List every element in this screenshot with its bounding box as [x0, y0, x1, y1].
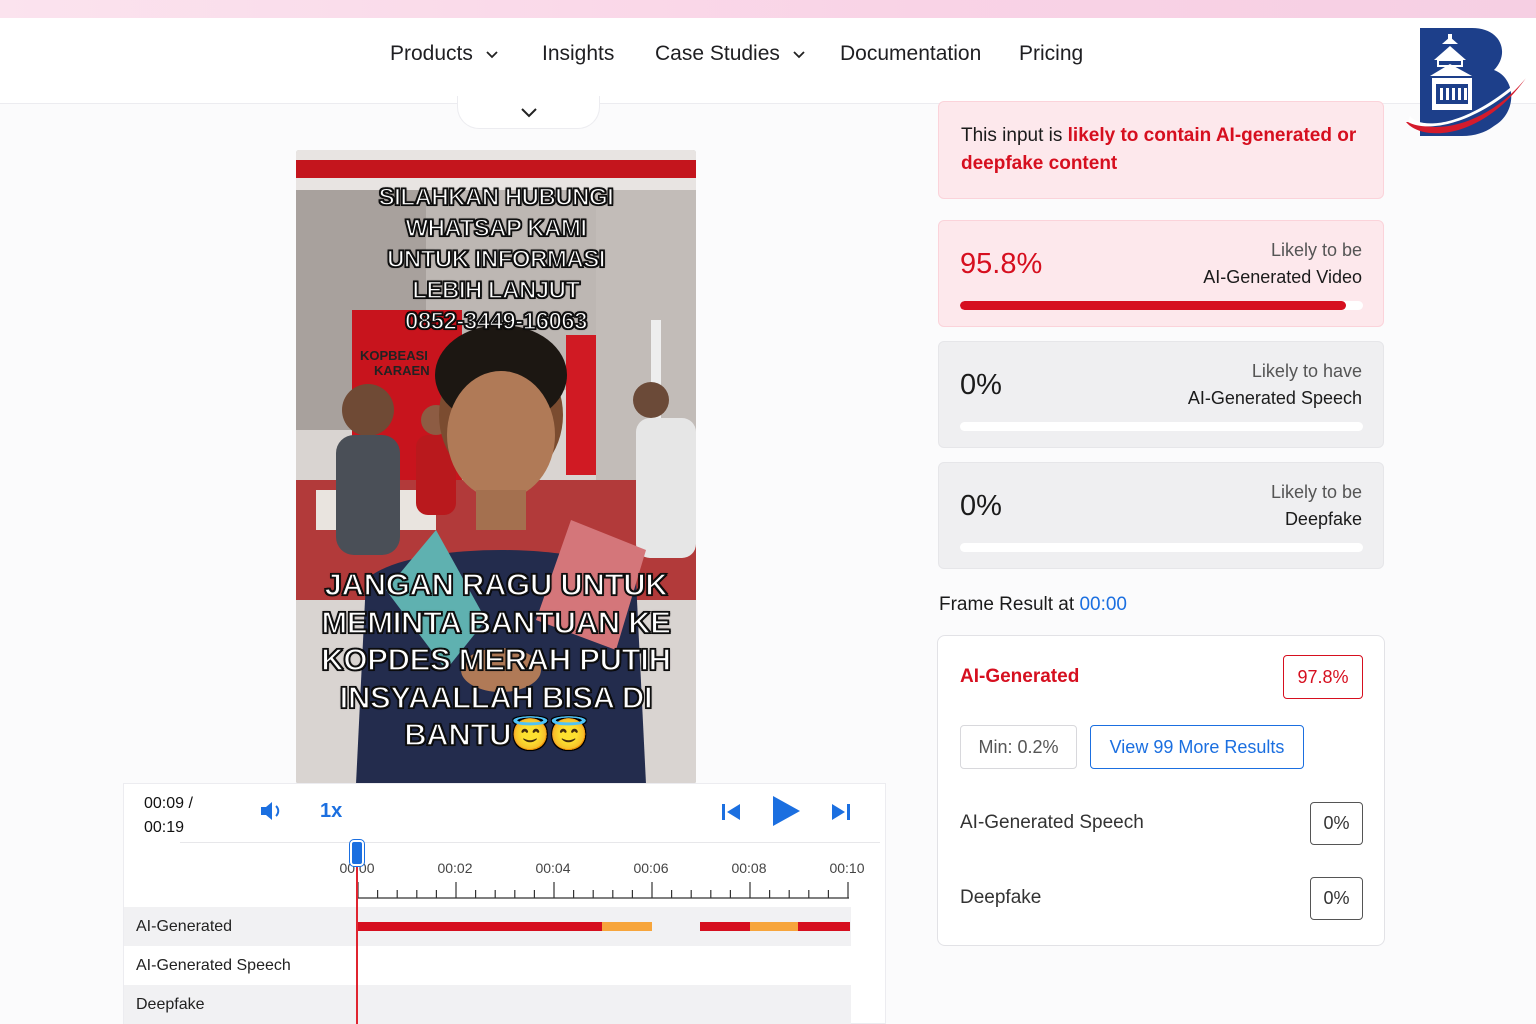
chevron-down-icon — [793, 51, 805, 59]
track-segment-high — [700, 922, 750, 931]
total-duration: 00:19 — [144, 819, 185, 836]
nav-insights[interactable]: Insights — [542, 42, 614, 66]
tick-label: 00:06 — [633, 860, 669, 876]
top-gradient-strip — [0, 0, 1536, 18]
nav-insights-label: Insights — [542, 42, 615, 65]
video-frame[interactable]: SILAHKAN HUBUNGI WHATSAP KAMI UNTUK INFO… — [296, 150, 696, 784]
skip-back-icon[interactable] — [720, 801, 742, 823]
track-segment-mid — [750, 922, 798, 931]
track-ai-generated: AI-Generated — [124, 907, 851, 946]
tick-label: 00:10 — [829, 860, 865, 876]
caption-line: 0852-3449-16063 — [404, 307, 588, 336]
nav-documentation[interactable]: Documentation — [840, 42, 981, 66]
nav-products[interactable]: Products — [390, 42, 499, 66]
track-segment-mid — [602, 922, 652, 931]
caption-line: LEBIH LANJUT — [412, 276, 581, 305]
score-card-speech: 0% Likely to have AI-Generated Speech — [938, 341, 1384, 448]
score-card-video: 95.8% Likely to be AI-Generated Video — [938, 220, 1384, 327]
timeline-ruler — [357, 882, 849, 899]
score-bar — [960, 301, 1363, 310]
track-segment-high — [798, 922, 850, 931]
navbar: Products Insights Case Studies Documenta… — [0, 18, 1536, 104]
frame-deepfake-value: 0% — [1310, 877, 1363, 920]
playhead-line — [356, 844, 358, 1024]
time-display: 00:09 / 00:19 — [144, 792, 193, 840]
caption-line: MEMINTA BANTUAN KE — [321, 604, 672, 640]
summary-prefix: This input is — [961, 125, 1068, 146]
frame-result-card: AI-Generated 97.8% Min: 0.2% View 99 Mor… — [937, 635, 1385, 946]
score-bar-fill — [960, 301, 1347, 310]
nav-documentation-label: Documentation — [840, 42, 982, 65]
tick-label: 00:02 — [437, 860, 473, 876]
current-time: 00:09 / — [144, 795, 193, 812]
skip-forward-icon[interactable] — [830, 801, 852, 823]
video-sign-text: KOPBEASI KARAEN — [360, 348, 430, 378]
caption-line: KOPDES MERAH PUTIH — [321, 641, 672, 677]
play-icon[interactable] — [770, 794, 802, 828]
track-segment-high — [357, 922, 602, 931]
score-label-line1: Likely to be — [1270, 482, 1362, 502]
track-ai-speech: AI-Generated Speech — [124, 946, 851, 985]
video-bottom-caption: JANGAN RAGU UNTUK MEMINTA BANTUAN KE KOP… — [296, 566, 696, 754]
nav-pricing-label: Pricing — [1019, 42, 1084, 65]
tick-label: 00:08 — [731, 860, 767, 876]
frame-deepfake-label: Deepfake — [960, 887, 1042, 908]
frame-timestamp[interactable]: 00:00 — [1079, 594, 1127, 615]
track-deepfake: Deepfake — [124, 985, 851, 1024]
nav-case-studies[interactable]: Case Studies — [655, 42, 806, 66]
frame-result-title: Frame Result at 00:00 — [939, 594, 1127, 616]
caption-line: UNTUK INFORMASI — [386, 245, 606, 274]
score-label-line2: AI-Generated Speech — [1187, 388, 1362, 408]
score-label: Likely to be Deepfake — [1271, 479, 1362, 533]
caption-line: BANTU😇😇 — [403, 716, 588, 752]
frame-speech-value: 0% — [1310, 802, 1363, 845]
caption-line: JANGAN RAGU UNTUK — [324, 566, 669, 602]
score-percent: 0% — [960, 369, 1002, 401]
score-bar — [960, 543, 1363, 552]
caption-line: INSYAALLAH BISA DI — [339, 679, 653, 715]
score-card-deepfake: 0% Likely to be Deepfake — [938, 462, 1384, 569]
frame-min-value: Min: 0.2% — [960, 725, 1077, 769]
frame-title-text: Frame Result at — [939, 594, 1080, 615]
chevron-down-icon — [486, 51, 498, 59]
score-label-line2: AI-Generated Video — [1203, 267, 1362, 287]
nav-case-studies-label: Case Studies — [655, 42, 780, 65]
score-label-line1: Likely to have — [1251, 361, 1362, 381]
tick-label: 00:04 — [535, 860, 571, 876]
detection-summary: This input is likely to contain AI-gener… — [938, 101, 1384, 199]
caption-line: WHATSAP KAMI — [405, 214, 588, 243]
score-label-line2: Deepfake — [1284, 509, 1362, 529]
frame-ai-label: AI-Generated — [960, 666, 1080, 687]
nav-products-label: Products — [390, 42, 473, 65]
frame-ai-value: 97.8% — [1283, 655, 1363, 699]
track-label: Deepfake — [136, 996, 205, 1013]
track-label: AI-Generated Speech — [136, 957, 291, 974]
video-top-caption: SILAHKAN HUBUNGI WHATSAP KAMI UNTUK INFO… — [296, 182, 696, 337]
nav-pricing[interactable]: Pricing — [1019, 42, 1083, 66]
score-bar — [960, 422, 1363, 431]
divider — [180, 842, 880, 843]
sign-line: KARAEN — [374, 363, 430, 378]
score-label: Likely to be AI-Generated Video — [1203, 237, 1362, 291]
score-percent: 0% — [960, 490, 1002, 522]
playhead-handle[interactable] — [350, 840, 364, 866]
caption-line: SILAHKAN HUBUNGI — [378, 183, 615, 212]
video-player-controls: 00:09 / 00:19 1x 00:00 00:02 00:04 00:06… — [123, 783, 886, 1024]
score-percent: 95.8% — [960, 248, 1043, 280]
volume-icon[interactable] — [259, 800, 285, 822]
sign-line: KOPBEASI — [360, 348, 428, 363]
collapse-toggle[interactable] — [457, 96, 600, 129]
playback-speed[interactable]: 1x — [320, 800, 342, 823]
frame-speech-label: AI-Generated Speech — [960, 812, 1144, 833]
view-more-results-button[interactable]: View 99 More Results — [1090, 725, 1304, 769]
score-label-line1: Likely to be — [1270, 240, 1362, 260]
brand-logo[interactable] — [1402, 24, 1528, 138]
score-label: Likely to have AI-Generated Speech — [1188, 358, 1362, 412]
chevron-down-icon — [520, 108, 537, 118]
track-label: AI-Generated — [136, 918, 233, 935]
